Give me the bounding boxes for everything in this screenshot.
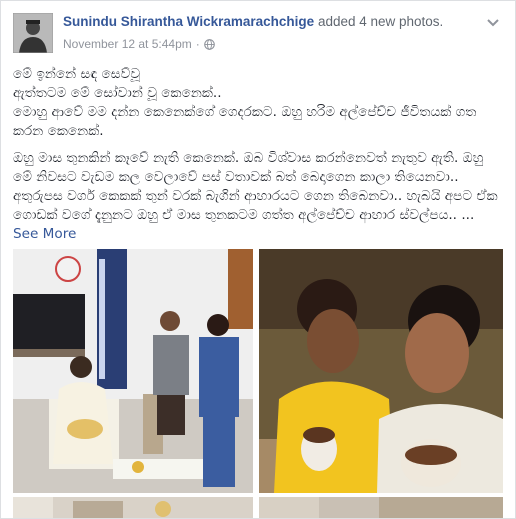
photo-1[interactable] (13, 249, 253, 493)
avatar[interactable] (13, 13, 53, 53)
post-paragraph-2-text: ඔහු මාස තුනකින් කෑවේ නැති කෙනෙක්. ඔබ විශ… (13, 150, 498, 223)
photo-grid (13, 249, 503, 518)
author-link[interactable]: Sunindu Shirantha Wickramarachchige (63, 14, 314, 29)
post-paragraph-1: මේ ඉන්නේ සඳ සෙව්වූ ඇත්තටම මේ සෝවාන් වූ ක… (13, 66, 477, 139)
photo-2[interactable] (259, 249, 503, 493)
post-title-line: Sunindu Shirantha Wickramarachchige adde… (63, 14, 443, 29)
post-body: මේ ඉන්නේ සඳ සෙව්වූ ඇත්තටම මේ සෝවාන් වූ ක… (13, 65, 503, 252)
meta-separator: · (195, 37, 200, 51)
post-meta: November 12 at 5:44pm · (63, 37, 215, 51)
post-card: Sunindu Shirantha Wickramarachchige adde… (0, 0, 516, 519)
post-header: Sunindu Shirantha Wickramarachchige adde… (13, 13, 503, 57)
chevron-down-icon[interactable] (483, 13, 503, 33)
photo-4[interactable] (259, 497, 503, 518)
post-action-text: added 4 new photos. (314, 14, 444, 29)
see-more-link[interactable]: See More (13, 226, 76, 242)
post-timestamp[interactable]: November 12 at 5:44pm (63, 37, 192, 51)
post-paragraph-2: ඔහු මාස තුනකින් කෑවේ නැති කෙනෙක්. ඔබ විශ… (13, 149, 503, 244)
globe-icon[interactable] (203, 38, 215, 50)
photo-3[interactable] (13, 497, 253, 518)
